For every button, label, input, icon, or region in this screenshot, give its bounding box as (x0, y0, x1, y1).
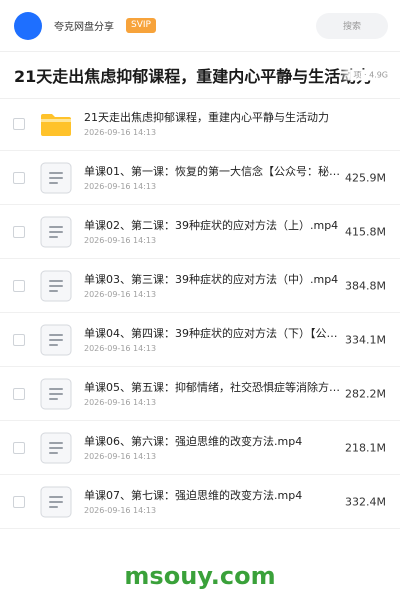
document-icon (39, 485, 73, 519)
file-row[interactable]: 单课03、第三课：39种症状的应对方法（中）.mp4 2026-09-16 14:… (0, 259, 400, 313)
watermark: msouy.com (124, 562, 276, 590)
document-icon (39, 323, 73, 357)
row-text: 单课03、第三课：39种症状的应对方法（中）.mp4 2026-09-16 14:… (84, 272, 346, 300)
file-size: 282.2M (345, 387, 386, 400)
row-text: 21天走出焦虑抑郁课程，重建内心平静与生活动力 2026-09-16 14:13 (84, 110, 384, 138)
row-checkbox[interactable] (13, 171, 25, 184)
file-size: 334.1M (345, 333, 386, 346)
file-date: 2026-09-16 14:13 (84, 127, 157, 137)
row-checkbox[interactable] (13, 495, 25, 508)
file-name: 单课07、第七课：强迫思维的改变方法.mp4 (84, 488, 303, 502)
file-size: 332.4M (345, 495, 386, 508)
row-text: 单课02、第二课：39种症状的应对方法（上）.mp4 2026-09-16 14:… (84, 218, 346, 246)
folder-icon (39, 107, 73, 141)
document-icon (39, 161, 73, 195)
file-name: 单课04、第四课：39种症状的应对方法（下）【公众号】.mp4 (84, 326, 346, 340)
row-checkbox[interactable] (13, 441, 25, 454)
file-date: 2026-09-16 14:13 (84, 451, 157, 461)
document-icon (39, 215, 73, 249)
file-size: 425.9M (345, 171, 386, 184)
top-bar: 夸克网盘分享 SVIP 搜索 (0, 0, 400, 52)
file-date: 2026-09-16 14:13 (84, 505, 157, 515)
file-list: 21天走出焦虑抑郁课程，重建内心平静与生活动力 2026-09-16 14:13 单… (0, 97, 400, 529)
row-checkbox[interactable] (13, 333, 25, 346)
file-name: 单课02、第二课：39种症状的应对方法（上）.mp4 (84, 218, 339, 232)
row-checkbox[interactable] (13, 117, 25, 130)
file-date: 2026-09-16 14:13 (84, 397, 157, 407)
row-text: 单课05、第五课：抑郁情绪，社交恐惧症等消除方法.mp4 2026-09-16 1… (84, 380, 346, 408)
folder-row[interactable]: 21天走出焦虑抑郁课程，重建内心平静与生活动力 2026-09-16 14:13 (0, 97, 400, 151)
svip-badge: SVIP (126, 18, 156, 33)
avatar[interactable] (14, 11, 42, 40)
search-input[interactable]: 搜索 (316, 12, 388, 39)
share-title-bar: 21天走出焦虑抑郁课程，重建内心平静与生活动力 项 · 4.9G (0, 52, 400, 99)
row-checkbox[interactable] (13, 279, 25, 292)
file-name: 单课03、第三课：39种症状的应对方法（中）.mp4 (84, 272, 339, 286)
page-title: 21天走出焦虑抑郁课程，重建内心平静与生活动力 (14, 67, 373, 86)
row-text: 单课07、第七课：强迫思维的改变方法.mp4 2026-09-16 14:13 (84, 488, 346, 516)
file-name: 单课05、第五课：抑郁情绪，社交恐惧症等消除方法.mp4 (84, 380, 346, 394)
document-icon (39, 377, 73, 411)
file-size: 415.8M (345, 225, 386, 238)
file-row[interactable]: 单课06、第六课：强迫思维的改变方法.mp4 2026-09-16 14:13 21… (0, 421, 400, 475)
file-date: 2026-09-16 14:13 (84, 289, 157, 299)
file-name: 21天走出焦虑抑郁课程，重建内心平静与生活动力 (84, 110, 329, 124)
file-row[interactable]: 单课02、第二课：39种症状的应对方法（上）.mp4 2026-09-16 14:… (0, 205, 400, 259)
document-icon (39, 431, 73, 465)
file-size: 218.1M (345, 441, 386, 454)
row-text: 单课01、第一课：恢复的第一大信念【公众号：秘知圈】.mp4 2026-09-16… (84, 164, 346, 192)
document-icon (39, 269, 73, 303)
share-meta: 项 · 4.9G (339, 69, 388, 81)
file-name: 单课06、第六课：强迫思维的改变方法.mp4 (84, 434, 303, 448)
row-text: 单课04、第四课：39种症状的应对方法（下）【公众号】.mp4 2026-09-1… (84, 326, 346, 354)
file-row[interactable]: 单课05、第五课：抑郁情绪，社交恐惧症等消除方法.mp4 2026-09-16 1… (0, 367, 400, 421)
file-date: 2026-09-16 14:13 (84, 235, 157, 245)
file-date: 2026-09-16 14:13 (84, 343, 157, 353)
file-row[interactable]: 单课07、第七课：强迫思维的改变方法.mp4 2026-09-16 14:13 33… (0, 475, 400, 529)
app-name: 夸克网盘分享 (54, 22, 114, 33)
row-checkbox[interactable] (13, 387, 25, 400)
file-date: 2026-09-16 14:13 (84, 181, 157, 191)
row-text: 单课06、第六课：强迫思维的改变方法.mp4 2026-09-16 14:13 (84, 434, 346, 462)
row-checkbox[interactable] (13, 225, 25, 238)
file-row[interactable]: 单课04、第四课：39种症状的应对方法（下）【公众号】.mp4 2026-09-1… (0, 313, 400, 367)
file-size: 384.8M (345, 279, 386, 292)
file-row[interactable]: 单课01、第一课：恢复的第一大信念【公众号：秘知圈】.mp4 2026-09-16… (0, 151, 400, 205)
file-name: 单课01、第一课：恢复的第一大信念【公众号：秘知圈】.mp4 (84, 164, 346, 178)
